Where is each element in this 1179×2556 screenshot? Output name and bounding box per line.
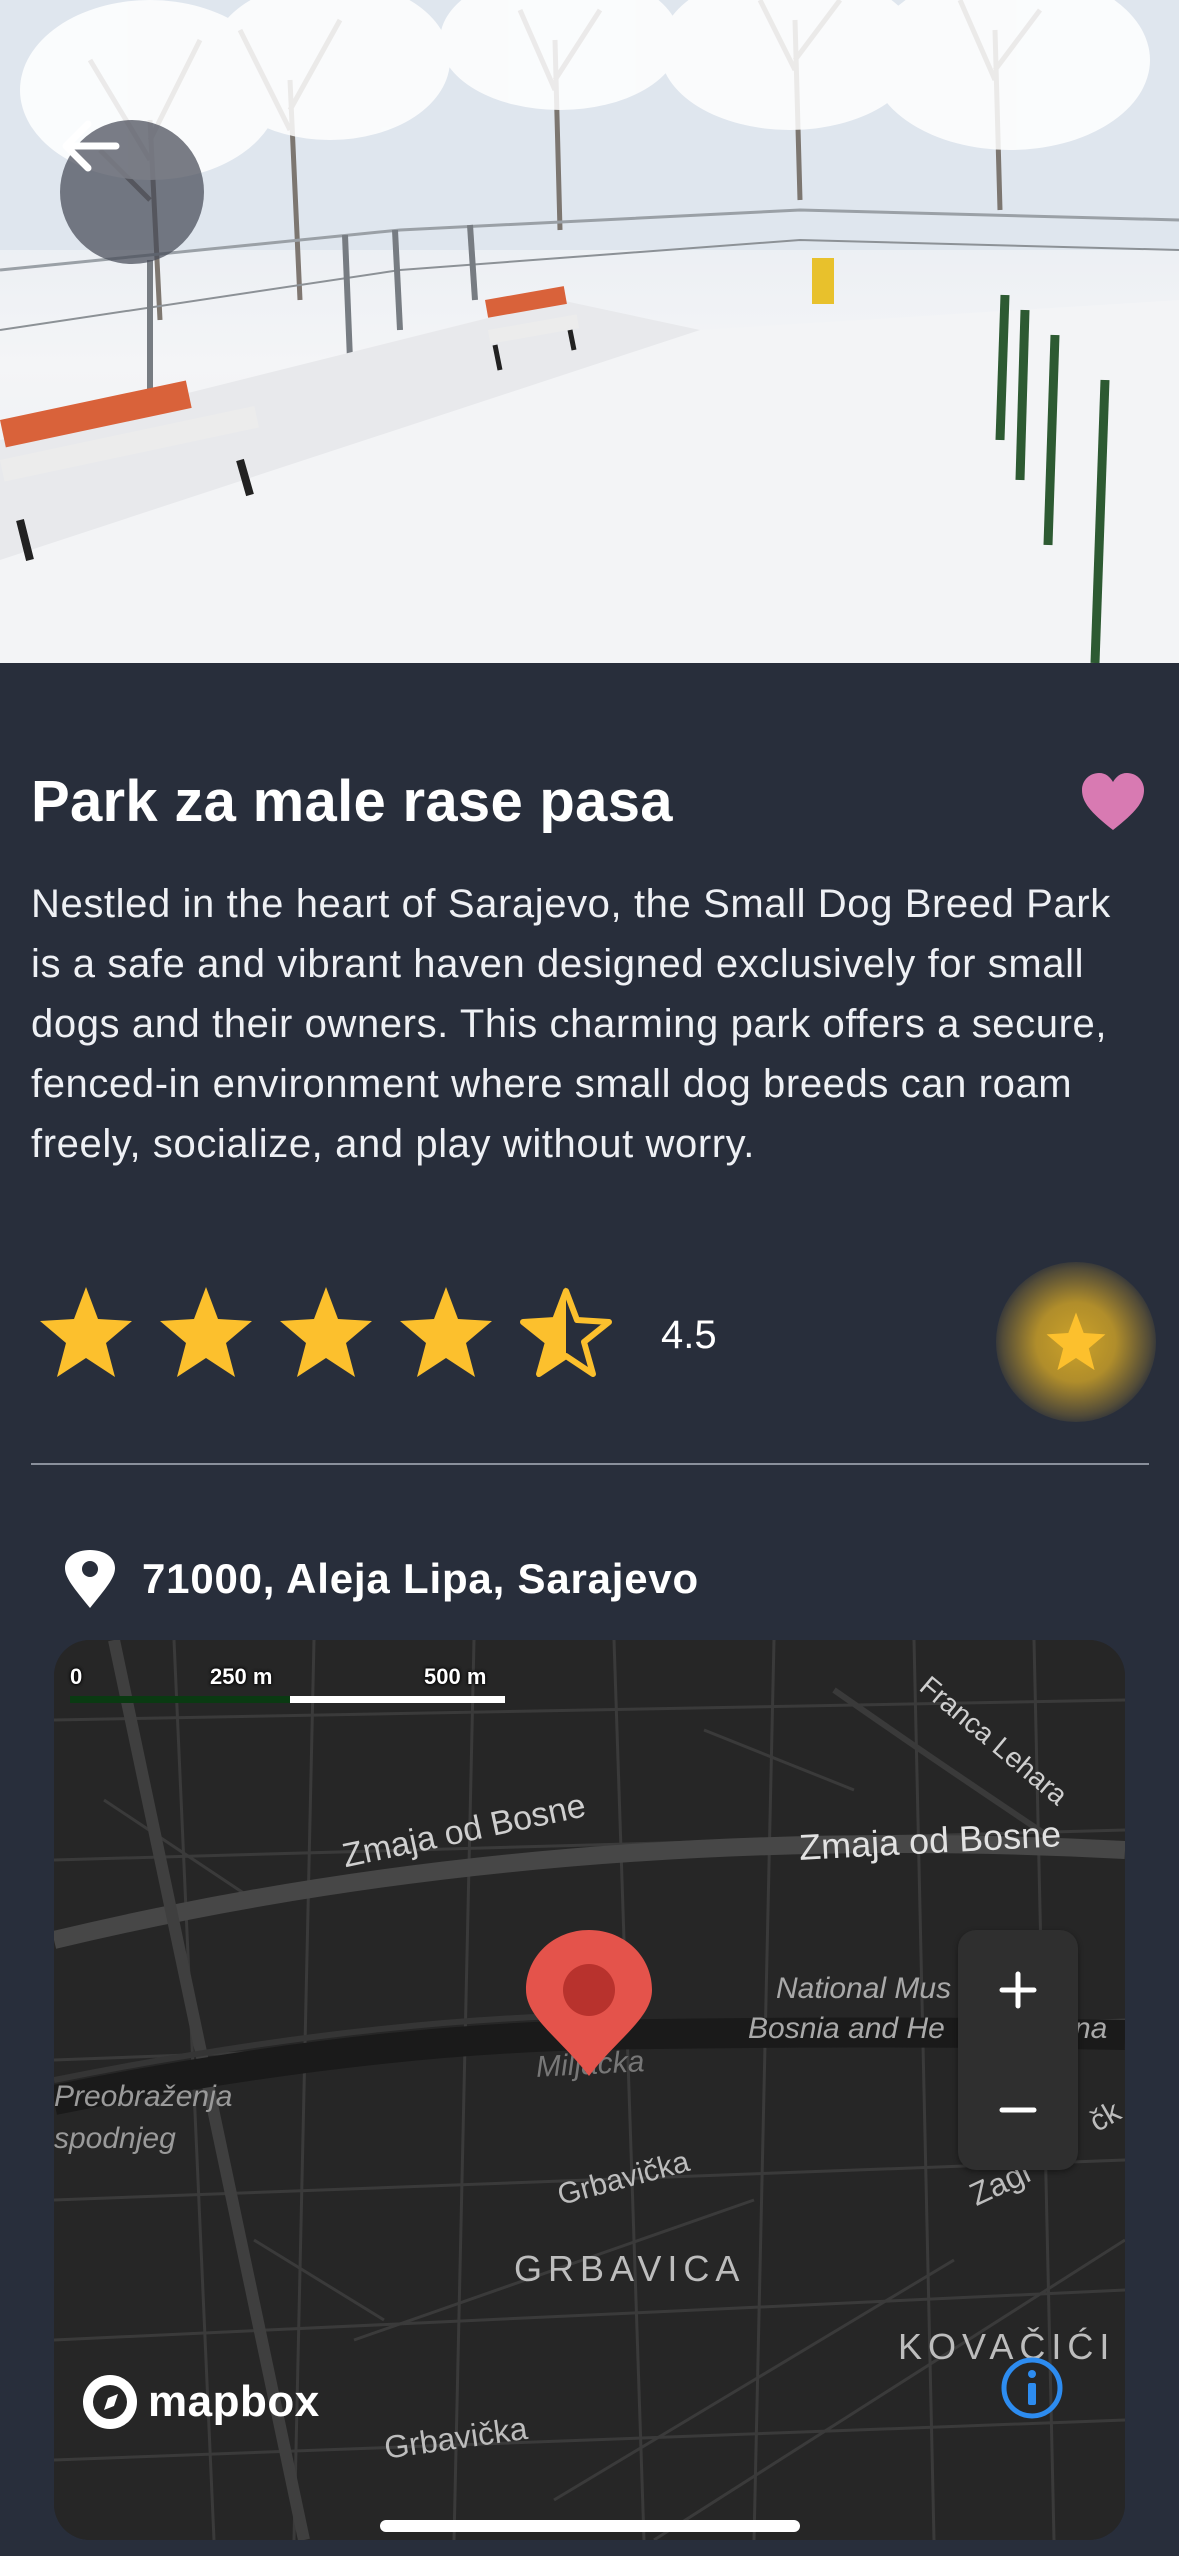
map-view[interactable]: 0 250 m 500 m Zmaja od Bosne Zmaja od Bo… bbox=[54, 1640, 1125, 2540]
park-description: Nestled in the heart of Sarajevo, the Sm… bbox=[31, 882, 1111, 1166]
favorite-heart-icon[interactable] bbox=[1080, 772, 1146, 832]
home-indicator[interactable] bbox=[380, 2520, 800, 2532]
park-photo bbox=[0, 0, 1179, 663]
map-label-district: GRBAVICA bbox=[514, 2248, 746, 2289]
scale-bar-light bbox=[290, 1696, 505, 1703]
map-label-area: Preobraženja bbox=[54, 2080, 233, 2113]
star-filled-icon[interactable] bbox=[156, 1283, 256, 1383]
mapbox-logo-icon bbox=[83, 2375, 137, 2429]
back-button[interactable] bbox=[60, 120, 204, 264]
mapbox-brand-text: mapbox bbox=[148, 2377, 320, 2426]
zoom-in-button[interactable] bbox=[958, 1930, 1078, 2050]
map-scale: 0 250 m 500 m bbox=[70, 1660, 570, 1720]
star-filled-icon[interactable] bbox=[36, 1283, 136, 1383]
star-half-icon[interactable] bbox=[516, 1283, 616, 1383]
arrow-left-icon bbox=[62, 120, 120, 172]
minus-icon bbox=[999, 2107, 1037, 2113]
park-title: Park za male rase pasa bbox=[31, 769, 673, 834]
map-location-pin-icon[interactable] bbox=[524, 1928, 654, 2078]
zoom-out-button[interactable] bbox=[958, 2050, 1078, 2170]
zoom-controls bbox=[958, 1930, 1078, 2170]
location-pin-icon bbox=[65, 1550, 115, 1608]
scale-label-max: 500 m bbox=[424, 1664, 487, 1689]
divider bbox=[31, 1463, 1149, 1465]
plus-icon bbox=[999, 1971, 1037, 2009]
address-row: 71000, Aleja Lipa, Sarajevo bbox=[62, 1548, 699, 1610]
scale-label-mid: 250 m bbox=[210, 1664, 273, 1689]
info-icon[interactable] bbox=[1000, 2356, 1064, 2420]
map-label-poi: Bosnia and He bbox=[748, 2012, 945, 2045]
star-filled-icon[interactable] bbox=[396, 1283, 496, 1383]
rating-value: 4.5 bbox=[661, 1313, 717, 1357]
mapbox-logo[interactable]: mapbox bbox=[82, 2374, 320, 2430]
star-filled-icon[interactable] bbox=[276, 1283, 376, 1383]
map-label-poi: na bbox=[1074, 2012, 1108, 2045]
star-icon bbox=[1046, 1312, 1106, 1371]
rate-button[interactable] bbox=[996, 1262, 1156, 1422]
map-label-poi: National Mus bbox=[776, 1972, 952, 2005]
scale-bar-dark bbox=[70, 1696, 290, 1703]
map-label-area: spodnjeg bbox=[54, 2122, 176, 2155]
address-text: 71000, Aleja Lipa, Sarajevo bbox=[142, 1555, 700, 1602]
scale-label-zero: 0 bbox=[70, 1664, 83, 1689]
rating-stars bbox=[36, 1283, 616, 1383]
